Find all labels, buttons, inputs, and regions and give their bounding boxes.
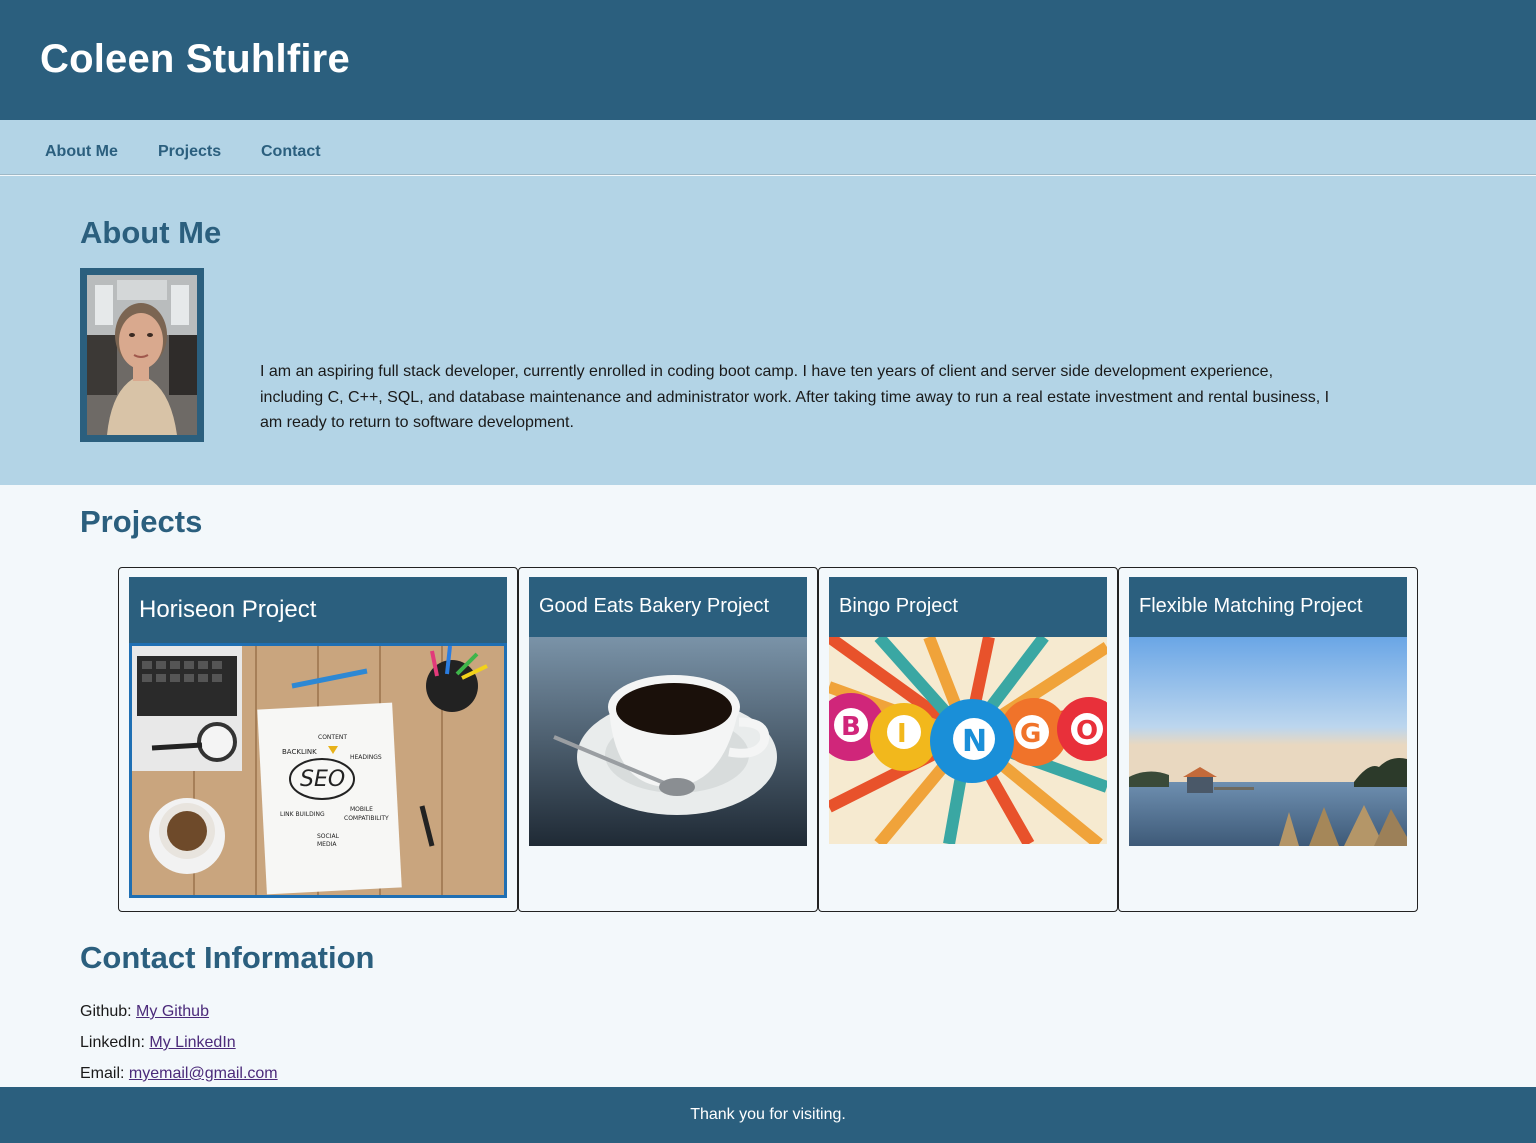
project-card-horiseon[interactable]: Horiseon Project SEO BACKLINK HEADINGS C…: [118, 567, 518, 912]
linkedin-link[interactable]: My LinkedIn: [149, 1034, 235, 1051]
about-text: I am an aspiring full stack developer, c…: [260, 363, 1330, 431]
svg-text:SOCIAL: SOCIAL: [317, 833, 340, 840]
github-label: Github:: [80, 1003, 132, 1020]
github-link[interactable]: My Github: [136, 1003, 209, 1020]
project-card-flexible-matching[interactable]: Flexible Matching Project: [1118, 567, 1418, 912]
profile-photo: [87, 275, 197, 435]
main-nav: About Me Projects Contact: [0, 120, 1536, 175]
contact-heading: Contact Information: [80, 940, 375, 975]
contact-github: Github: My Github: [80, 1003, 209, 1021]
site-header: Coleen Stuhlfire: [0, 0, 1536, 120]
svg-text:MEDIA: MEDIA: [317, 841, 337, 848]
contact-linkedin: LinkedIn: My LinkedIn: [80, 1034, 236, 1052]
svg-text:MOBILE: MOBILE: [350, 806, 373, 813]
bingo-balls-image[interactable]: B I G O N: [829, 637, 1107, 844]
linkedin-label: LinkedIn:: [80, 1034, 145, 1051]
svg-text:N: N: [962, 724, 987, 759]
card-title-flexible-matching: Flexible Matching Project: [1139, 595, 1363, 617]
svg-text:LINK BUILDING: LINK BUILDING: [280, 811, 325, 818]
seo-notebook-image[interactable]: SEO BACKLINK HEADINGS CONTENT LINK BUILD…: [129, 643, 507, 898]
svg-text:I: I: [897, 719, 907, 749]
contact-email: Email: myemail@gmail.com: [80, 1065, 278, 1083]
nav-about-me[interactable]: About Me: [45, 143, 118, 161]
about-heading: About Me: [80, 215, 222, 250]
card-title-bar: Flexible Matching Project: [1129, 577, 1407, 637]
card-title-bar: Good Eats Bakery Project: [529, 577, 807, 637]
profile-photo-frame: [80, 268, 204, 442]
email-label: Email:: [80, 1065, 125, 1082]
contact-section: Contact Information Github: My Github Li…: [0, 925, 1536, 1087]
card-title-bar: Horiseon Project: [129, 577, 507, 643]
nav-projects[interactable]: Projects: [158, 143, 221, 161]
project-card-bingo[interactable]: Bingo Project B I G O N: [818, 567, 1118, 912]
svg-text:HEADINGS: HEADINGS: [350, 754, 382, 761]
card-title-good-eats: Good Eats Bakery Project: [539, 595, 770, 617]
svg-text:SEO: SEO: [300, 767, 345, 792]
lake-boathouse-image[interactable]: [1129, 637, 1407, 846]
site-footer: Thank you for visiting.: [0, 1087, 1536, 1143]
svg-text:G: G: [1020, 719, 1041, 749]
svg-text:B: B: [841, 712, 861, 742]
email-link[interactable]: myemail@gmail.com: [129, 1065, 278, 1082]
card-title-horiseon: Horiseon Project: [139, 596, 317, 623]
nav-contact[interactable]: Contact: [261, 143, 321, 161]
about-section: About Me I am an aspiring full stack dev…: [0, 176, 1536, 485]
card-title-bar: Bingo Project: [829, 577, 1107, 637]
svg-text:BACKLINK: BACKLINK: [282, 748, 317, 756]
svg-text:O: O: [1076, 716, 1098, 746]
footer-text: Thank you for visiting.: [690, 1106, 846, 1123]
projects-heading: Projects: [80, 504, 203, 539]
svg-text:COMPATIBILITY: COMPATIBILITY: [344, 815, 389, 822]
projects-section: Projects Horiseon Project SEO BACKLINK H…: [0, 485, 1536, 925]
coffee-cup-image[interactable]: [529, 637, 807, 846]
svg-text:CONTENT: CONTENT: [318, 734, 347, 741]
project-card-good-eats[interactable]: Good Eats Bakery Project: [518, 567, 818, 912]
site-title: Coleen Stuhlfire: [40, 37, 350, 81]
card-title-bingo: Bingo Project: [839, 595, 958, 617]
